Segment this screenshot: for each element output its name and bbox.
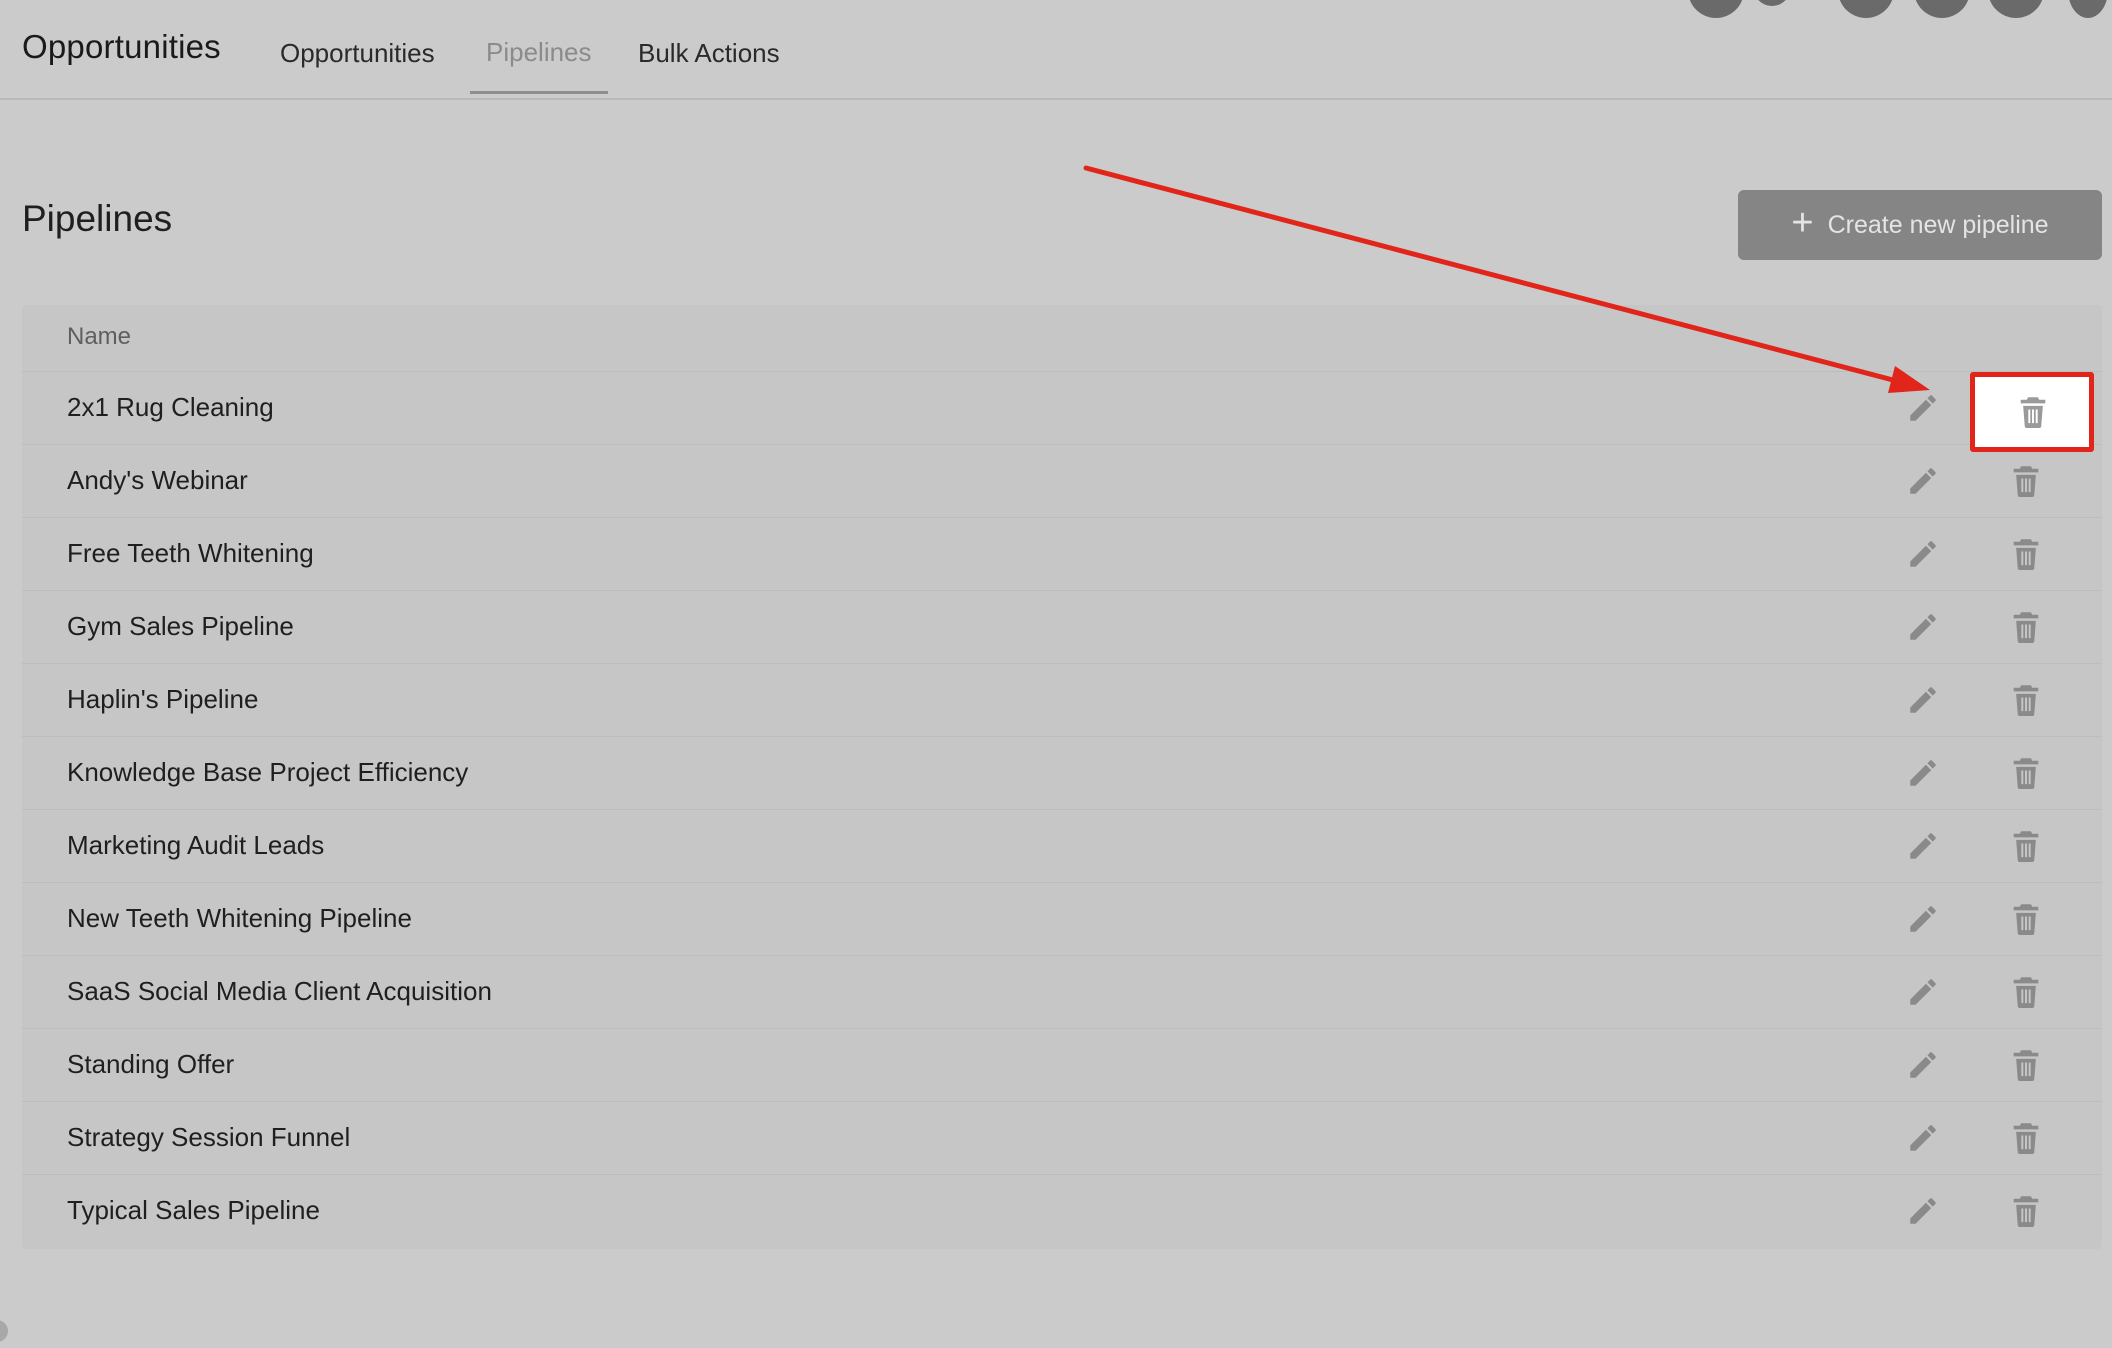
pipeline-name: Knowledge Base Project Efficiency xyxy=(67,757,469,787)
pencil-icon[interactable] xyxy=(1906,464,1940,498)
header-action-icon[interactable] xyxy=(1914,0,1970,18)
tab-opportunities[interactable]: Opportunities xyxy=(280,38,435,69)
create-pipeline-button[interactable]: + Create new pipeline xyxy=(1738,190,2102,260)
table-row: SaaS Social Media Client Acquisition xyxy=(22,956,2102,1029)
trash-icon[interactable] xyxy=(2011,1122,2041,1154)
header-action-icon[interactable] xyxy=(1752,0,1792,6)
trash-icon[interactable] xyxy=(2011,976,2041,1008)
trash-icon[interactable] xyxy=(2011,684,2041,716)
table-header: Name xyxy=(22,305,2102,372)
active-tab-indicator xyxy=(470,91,608,94)
pipeline-name: Haplin's Pipeline xyxy=(67,684,259,714)
create-pipeline-label: Create new pipeline xyxy=(1827,210,2049,239)
pencil-icon[interactable] xyxy=(1906,829,1940,863)
table-row: Haplin's Pipeline xyxy=(22,664,2102,737)
pencil-icon[interactable] xyxy=(1906,1048,1940,1082)
header-action-icon[interactable] xyxy=(1988,0,2044,18)
pencil-icon[interactable] xyxy=(1906,975,1940,1009)
trash-icon[interactable] xyxy=(2011,1049,2041,1081)
trash-icon[interactable] xyxy=(2011,1195,2041,1227)
trash-icon[interactable] xyxy=(2011,611,2041,643)
pencil-icon[interactable] xyxy=(1906,1121,1940,1155)
table-row: Strategy Session Funnel xyxy=(22,1102,2102,1175)
trash-icon[interactable] xyxy=(2011,465,2041,497)
tab-bulk-actions[interactable]: Bulk Actions xyxy=(638,38,780,69)
pencil-icon[interactable] xyxy=(1906,756,1940,790)
app-title: Opportunities xyxy=(22,28,221,65)
pencil-icon[interactable] xyxy=(1906,391,1940,425)
header-action-icon[interactable] xyxy=(1688,0,1744,18)
pipeline-name: Free Teeth Whitening xyxy=(67,538,314,568)
pipeline-name: Typical Sales Pipeline xyxy=(67,1195,320,1225)
pipeline-name: Marketing Audit Leads xyxy=(67,830,325,860)
pencil-icon[interactable] xyxy=(1906,610,1940,644)
header-action-icon[interactable] xyxy=(1838,0,1894,18)
pipeline-name: SaaS Social Media Client Acquisition xyxy=(67,976,492,1006)
pencil-icon[interactable] xyxy=(1906,537,1940,571)
highlighted-delete-button[interactable] xyxy=(1970,372,2094,452)
pipelines-table: Name 2x1 Rug Cleaning Andy's Webinar Fre… xyxy=(22,305,2102,1249)
trash-icon[interactable] xyxy=(2011,538,2041,570)
table-row: Andy's Webinar xyxy=(22,445,2102,518)
avatar[interactable] xyxy=(2068,0,2108,18)
table-row: Free Teeth Whitening xyxy=(22,518,2102,591)
trash-icon[interactable] xyxy=(2011,903,2041,935)
pipeline-name: Andy's Webinar xyxy=(67,465,248,495)
table-row: Knowledge Base Project Efficiency xyxy=(22,737,2102,810)
table-row: Standing Offer xyxy=(22,1029,2102,1102)
table-row: Typical Sales Pipeline xyxy=(22,1175,2102,1248)
pipeline-name: 2x1 Rug Cleaning xyxy=(67,392,274,422)
tab-pipelines[interactable]: Pipelines xyxy=(486,37,592,68)
pencil-icon[interactable] xyxy=(1906,1194,1940,1228)
top-bar: Opportunities Opportunities Pipelines Bu… xyxy=(0,0,2112,100)
pencil-icon[interactable] xyxy=(1906,902,1940,936)
table-row: New Teeth Whitening Pipeline xyxy=(22,883,2102,956)
page-title: Pipelines xyxy=(22,198,173,239)
pencil-icon[interactable] xyxy=(1906,683,1940,717)
pipeline-name: Strategy Session Funnel xyxy=(67,1122,351,1152)
table-row: Gym Sales Pipeline xyxy=(22,591,2102,664)
trash-icon[interactable] xyxy=(2018,396,2048,428)
trash-icon[interactable] xyxy=(2011,757,2041,789)
table-row: 2x1 Rug Cleaning xyxy=(22,372,2102,445)
table-row: Marketing Audit Leads xyxy=(22,810,2102,883)
corner-indicator xyxy=(0,1320,8,1342)
column-header-name: Name xyxy=(67,323,132,350)
plus-icon: + xyxy=(1791,202,1814,244)
pipeline-name: New Teeth Whitening Pipeline xyxy=(67,903,412,933)
pipeline-name: Gym Sales Pipeline xyxy=(67,611,294,641)
trash-icon[interactable] xyxy=(2011,830,2041,862)
pipeline-name: Standing Offer xyxy=(67,1049,235,1079)
